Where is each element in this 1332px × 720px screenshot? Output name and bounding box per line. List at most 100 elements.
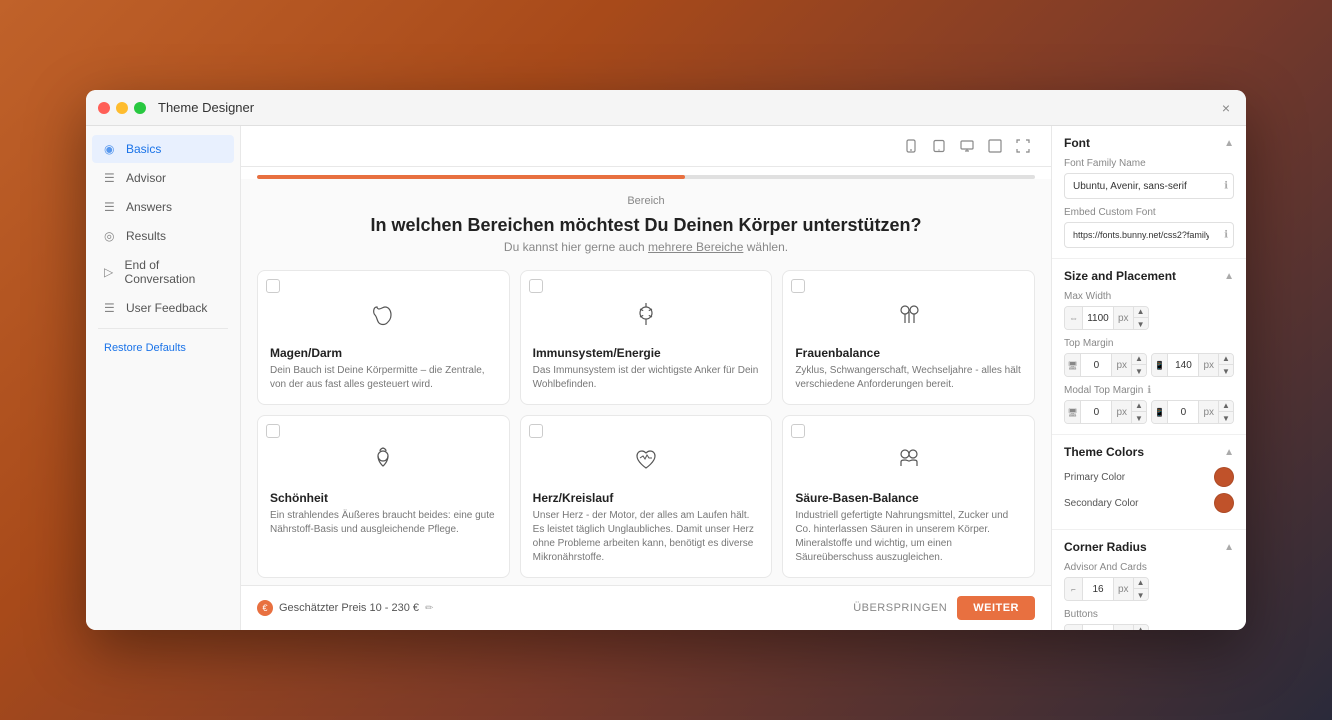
- modal-mobile-icon: 📱: [1152, 400, 1168, 424]
- price-label: € Geschätzter Preis 10 - 230 € ✏: [257, 600, 433, 616]
- card-checkbox-3[interactable]: [791, 279, 805, 293]
- size-section-header[interactable]: Size and Placement ▲: [1064, 269, 1234, 283]
- answers-icon: ☰: [104, 200, 118, 214]
- top-margin-mobile-input[interactable]: [1168, 353, 1198, 377]
- font-section-title: Font: [1064, 136, 1090, 150]
- results-icon: ◎: [104, 229, 118, 243]
- preview-area: Bereich In welchen Bereichen möchtest Du…: [241, 126, 1051, 630]
- theme-designer-window: Theme Designer × ◉ Basics ☰ Advisor ☰ An…: [86, 90, 1246, 630]
- maximize-control[interactable]: [134, 102, 146, 114]
- mobile-icon[interactable]: [899, 134, 923, 158]
- corner-section-title: Corner Radius: [1064, 540, 1147, 554]
- card-schonheit[interactable]: Schönheit Ein strahlendes Äußeres brauch…: [257, 415, 510, 578]
- card-herz-kreislauf[interactable]: Herz/Kreislauf Unser Herz - der Motor, d…: [520, 415, 773, 578]
- buttons-radius-input[interactable]: [1083, 624, 1113, 630]
- secondary-color-row: Secondary Color: [1064, 493, 1234, 513]
- sidebar-item-user-feedback[interactable]: ☰ User Feedback: [92, 294, 234, 322]
- max-width-input[interactable]: [1083, 306, 1113, 330]
- top-margin-desktop-unit: px: [1111, 353, 1131, 377]
- modal-m-up[interactable]: ▲: [1219, 400, 1233, 412]
- advisor-down[interactable]: ▼: [1134, 589, 1148, 601]
- desktop-icon[interactable]: [955, 134, 979, 158]
- font-family-info-icon[interactable]: ℹ: [1224, 181, 1228, 192]
- close-control[interactable]: [98, 102, 110, 114]
- card-immunsystem[interactable]: Immunsystem/Energie Das Immunsystem ist …: [520, 270, 773, 405]
- card-checkbox-2[interactable]: [529, 279, 543, 293]
- card-icon-heart: [533, 444, 760, 483]
- secondary-color-swatch[interactable]: [1214, 493, 1234, 513]
- sidebar-item-results[interactable]: ◎ Results: [92, 222, 234, 250]
- top-margin-d-down[interactable]: ▼: [1132, 365, 1146, 377]
- price-text: Geschätzter Preis 10 - 230 €: [279, 602, 419, 614]
- embed-font-input[interactable]: [1064, 222, 1234, 248]
- sidebar-label-basics: Basics: [126, 142, 161, 156]
- mobile-margin-icon: 📱: [1152, 353, 1168, 377]
- question-title: In welchen Bereichen möchtest Du Deinen …: [257, 215, 1035, 236]
- price-dot-icon: €: [257, 600, 273, 616]
- corner-section-header[interactable]: Corner Radius ▲: [1064, 540, 1234, 554]
- card-title-6: Säure-Basen-Balance: [795, 491, 1022, 505]
- max-width-unit: px: [1113, 306, 1133, 330]
- window-close-button[interactable]: ×: [1218, 100, 1234, 116]
- buttons-radius-label: Buttons: [1064, 609, 1234, 620]
- colors-collapse-icon: ▲: [1224, 447, 1234, 458]
- advisor-up[interactable]: ▲: [1134, 577, 1148, 589]
- font-family-input[interactable]: [1064, 173, 1234, 199]
- card-title-4: Schönheit: [270, 491, 497, 505]
- minimize-control[interactable]: [116, 102, 128, 114]
- next-button[interactable]: WEITER: [957, 596, 1035, 620]
- modal-desktop-input[interactable]: [1081, 400, 1111, 424]
- primary-color-swatch[interactable]: [1214, 467, 1234, 487]
- basics-icon: ◉: [104, 142, 118, 156]
- buttons-up[interactable]: ▲: [1134, 624, 1148, 630]
- card-icon-beauty: [270, 444, 497, 483]
- edit-price-icon[interactable]: ✏: [425, 603, 433, 614]
- top-margin-m-up[interactable]: ▲: [1219, 353, 1233, 365]
- tablet-icon[interactable]: [927, 134, 951, 158]
- top-margin-m-down[interactable]: ▼: [1219, 365, 1233, 377]
- desktop-margin-icon: 🖥: [1065, 353, 1081, 377]
- fullscreen-icon[interactable]: [1011, 134, 1035, 158]
- card-desc-6: Industriell gefertigte Nahrungsmittel, Z…: [795, 509, 1022, 565]
- device-icons: [899, 134, 1035, 158]
- card-saure-basen[interactable]: Säure-Basen-Balance Industriell gefertig…: [782, 415, 1035, 578]
- top-margin-desktop-input[interactable]: [1081, 353, 1111, 377]
- card-checkbox-4[interactable]: [266, 424, 280, 438]
- max-width-label: Max Width: [1064, 291, 1234, 302]
- modal-d-stepper: ▲ ▼: [1131, 400, 1146, 424]
- card-checkbox-1[interactable]: [266, 279, 280, 293]
- sidebar-item-end-of-conversation[interactable]: ▷ End of Conversation: [92, 251, 234, 293]
- skip-button[interactable]: ÜBERSPRINGEN: [853, 602, 947, 614]
- max-width-up[interactable]: ▲: [1134, 306, 1148, 318]
- modal-m-down[interactable]: ▼: [1219, 412, 1233, 424]
- colors-section-header[interactable]: Theme Colors ▲: [1064, 445, 1234, 459]
- advisor-radius-unit: px: [1113, 577, 1133, 601]
- font-section-header[interactable]: Font ▲: [1064, 136, 1234, 150]
- modal-mobile-input[interactable]: [1168, 400, 1198, 424]
- card-magen-darm[interactable]: Magen/Darm Dein Bauch ist Deine Körpermi…: [257, 270, 510, 405]
- sidebar-item-advisor[interactable]: ☰ Advisor: [92, 164, 234, 192]
- embed-font-info-icon[interactable]: ℹ: [1224, 230, 1228, 241]
- top-margin-desktop-stepper: ▲ ▼: [1131, 353, 1146, 377]
- card-frauenbalance[interactable]: Frauenbalance Zyklus, Schwangerschaft, W…: [782, 270, 1035, 405]
- advisor-radius-input[interactable]: [1083, 577, 1113, 601]
- modal-info-icon[interactable]: ℹ: [1147, 385, 1151, 396]
- window-icon[interactable]: [983, 134, 1007, 158]
- card-title-3: Frauenbalance: [795, 346, 1022, 360]
- modal-d-down[interactable]: ▼: [1132, 412, 1146, 424]
- advisor-cards-group: ⌐ px ▲ ▼: [1064, 577, 1234, 601]
- card-checkbox-5[interactable]: [529, 424, 543, 438]
- multiple-link[interactable]: mehrere Bereiche: [648, 240, 743, 254]
- top-margin-d-up[interactable]: ▲: [1132, 353, 1146, 365]
- card-checkbox-6[interactable]: [791, 424, 805, 438]
- sidebar-label-end: End of Conversation: [125, 258, 222, 286]
- sidebar-item-basics[interactable]: ◉ Basics: [92, 135, 234, 163]
- main-content: ◉ Basics ☰ Advisor ☰ Answers ◎ Results ▷…: [86, 126, 1246, 630]
- sidebar-item-answers[interactable]: ☰ Answers: [92, 193, 234, 221]
- top-margin-desktop-box: 🖥 px ▲ ▼: [1064, 353, 1147, 377]
- preview-content: Bereich In welchen Bereichen möchtest Du…: [241, 179, 1051, 585]
- restore-defaults-button[interactable]: Restore Defaults: [92, 335, 234, 361]
- buttons-radius-group: ⌐ px ▲ ▼: [1064, 624, 1234, 630]
- modal-d-up[interactable]: ▲: [1132, 400, 1146, 412]
- max-width-down[interactable]: ▼: [1134, 318, 1148, 330]
